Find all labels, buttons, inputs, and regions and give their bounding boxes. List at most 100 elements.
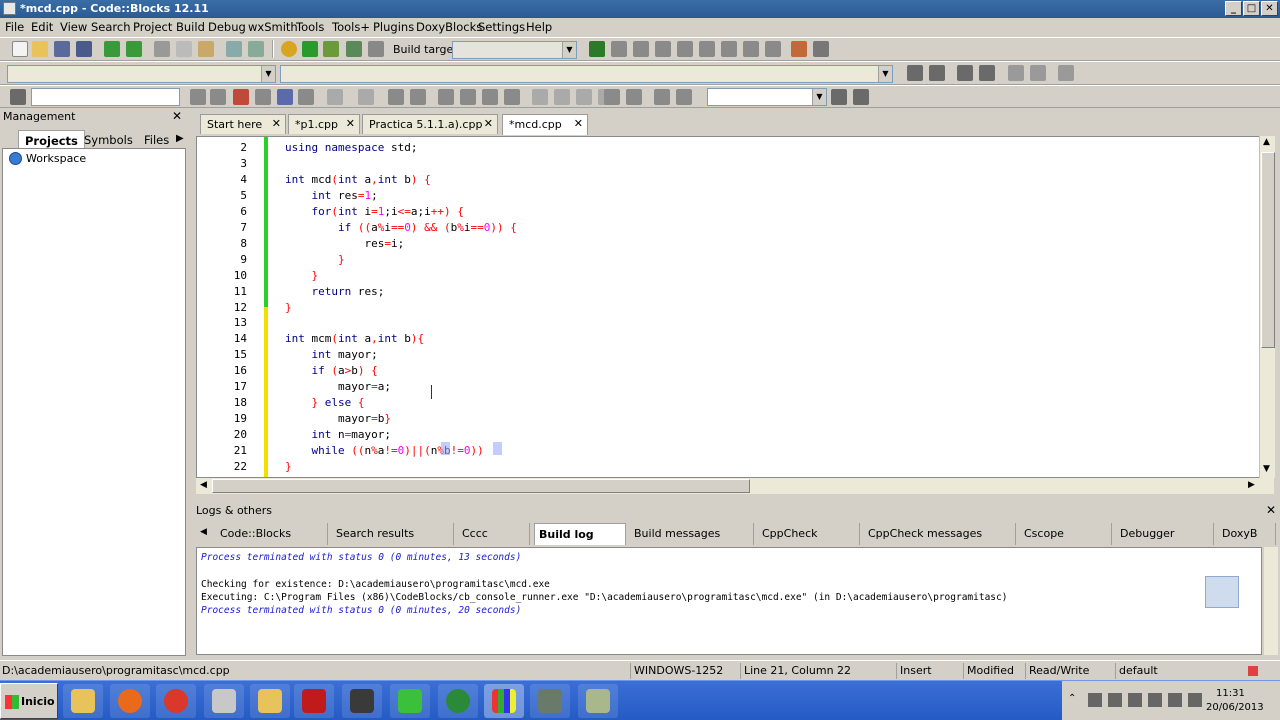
tray-date[interactable]: 20/06/2013 <box>1206 702 1264 713</box>
menu-view[interactable]: View <box>60 20 87 34</box>
layout-2-icon[interactable] <box>460 89 476 105</box>
tab-search-results[interactable]: Search results <box>332 523 454 545</box>
find-icon[interactable] <box>226 41 242 57</box>
zoom-in-icon[interactable] <box>604 89 620 105</box>
debug-info-icon[interactable] <box>813 41 829 57</box>
next-instruction-icon[interactable] <box>699 41 715 57</box>
tab-cppcheck-messages[interactable]: CppCheck messages <box>864 523 1016 545</box>
symbol-s-icon[interactable] <box>654 89 670 105</box>
close-icon[interactable]: ✕ <box>484 117 493 130</box>
tab-practica[interactable]: Practica 5.1.1.a).cpp ✕ <box>362 114 498 134</box>
save-all-icon[interactable] <box>76 41 92 57</box>
layout-4-icon[interactable] <box>504 89 520 105</box>
tab-p1-cpp[interactable]: *p1.cpp ✕ <box>288 114 360 134</box>
menu-search[interactable]: Search <box>91 20 131 34</box>
taskbar-folder[interactable] <box>250 684 290 718</box>
close-icon[interactable]: ✕ <box>272 117 281 130</box>
start-button[interactable]: Inicio <box>0 683 58 719</box>
taskbar-codeblocks[interactable] <box>484 684 524 718</box>
taskbar-app-7[interactable] <box>342 684 382 718</box>
toggle-comment-icon[interactable] <box>957 65 973 81</box>
scroll-thumb[interactable] <box>212 479 750 493</box>
wrench-icon[interactable] <box>1058 65 1074 81</box>
menu-project[interactable]: Project <box>133 20 172 34</box>
search-icon[interactable] <box>853 89 869 105</box>
logs-vertical-scrollbar[interactable] <box>1264 547 1278 655</box>
scroll-thumb[interactable] <box>1261 152 1275 348</box>
power-icon[interactable] <box>1168 693 1182 707</box>
tab-debugger[interactable]: Debugger <box>1116 523 1214 545</box>
copy-icon[interactable] <box>176 41 192 57</box>
build-and-run-icon[interactable] <box>323 41 339 57</box>
close-icon[interactable]: ✕ <box>346 117 355 130</box>
highlight-icon[interactable] <box>233 89 249 105</box>
menu-build[interactable]: Build <box>176 20 205 34</box>
tab-codeblocks[interactable]: Code::Blocks <box>216 523 328 545</box>
align-2-icon[interactable] <box>554 89 570 105</box>
tray-expand-icon[interactable]: ⌃ <box>1068 693 1076 704</box>
stop-debug-icon[interactable] <box>765 41 781 57</box>
search-options-icon[interactable] <box>10 89 26 105</box>
search-sym-icon[interactable] <box>831 89 847 105</box>
cut-icon[interactable] <box>154 41 170 57</box>
redo-icon[interactable] <box>126 41 142 57</box>
tree-item-workspace[interactable]: Workspace <box>26 152 86 165</box>
taskbar-file-explorer[interactable] <box>63 684 103 718</box>
pause-icon[interactable] <box>743 41 759 57</box>
cursor-icon[interactable] <box>327 89 343 105</box>
menu-help[interactable]: Help <box>526 20 552 34</box>
tab-cscope[interactable]: Cscope <box>1020 523 1112 545</box>
image-icon[interactable] <box>388 89 404 105</box>
zoom-out-icon[interactable] <box>626 89 642 105</box>
volume-icon[interactable] <box>1188 693 1202 707</box>
forward-icon[interactable] <box>210 89 226 105</box>
network-icon[interactable] <box>1148 693 1162 707</box>
align-1-icon[interactable] <box>532 89 548 105</box>
align-3-icon[interactable] <box>576 89 592 105</box>
minimize-button[interactable]: _ <box>1225 1 1242 16</box>
abort-icon[interactable] <box>368 41 384 57</box>
taskbar-snipping[interactable] <box>204 684 244 718</box>
save-icon[interactable] <box>54 41 70 57</box>
tab-cppcheck[interactable]: CppCheck <box>758 523 860 545</box>
editor-vertical-scrollbar[interactable]: ▲ ▼ <box>1259 136 1275 478</box>
menu-edit[interactable]: Edit <box>31 20 53 34</box>
step-into-instruction-icon[interactable] <box>721 41 737 57</box>
layout-3-icon[interactable] <box>482 89 498 105</box>
editor-horizontal-scrollbar[interactable]: ◀ ▶ <box>196 478 1274 494</box>
paste-icon[interactable] <box>198 41 214 57</box>
undo-icon[interactable] <box>104 41 120 57</box>
close-icon[interactable]: ✕ <box>172 109 182 123</box>
open-icon[interactable] <box>32 41 48 57</box>
taskbar-line[interactable] <box>390 684 430 718</box>
taskbar-acrobat[interactable] <box>294 684 334 718</box>
bookmark-icon[interactable] <box>1008 65 1024 81</box>
symbol-select[interactable]: ▼ <box>707 88 827 106</box>
taskbar-app-12[interactable] <box>578 684 618 718</box>
debug-windows-icon[interactable] <box>791 41 807 57</box>
menu-plugins[interactable]: Plugins <box>373 20 414 34</box>
tab-scroll-right-icon[interactable]: ▶ <box>170 130 190 150</box>
taskbar-firefox[interactable] <box>110 684 150 718</box>
build-icon[interactable] <box>281 41 297 57</box>
build-log-output[interactable]: Process terminated with status 0 (0 minu… <box>196 547 1262 655</box>
step-out-icon[interactable] <box>677 41 693 57</box>
tray-time[interactable]: 11:31 <box>1216 688 1245 699</box>
menu-doxyblocks[interactable]: DoxyBlocks <box>416 20 482 34</box>
close-icon[interactable]: ✕ <box>574 117 583 130</box>
run-to-cursor-icon[interactable] <box>611 41 627 57</box>
select-icon[interactable] <box>255 89 271 105</box>
scroll-left-icon[interactable]: ◀ <box>200 480 207 490</box>
tab-symbols[interactable]: Symbols <box>78 130 139 150</box>
scroll-right-icon[interactable]: ▶ <box>1248 480 1255 490</box>
step-into-icon[interactable] <box>655 41 671 57</box>
jump-icon[interactable] <box>907 65 923 81</box>
tabs-left-icon[interactable]: ◀ <box>200 527 207 537</box>
taskbar-app-11[interactable] <box>530 684 570 718</box>
tab-doxyblocks[interactable]: DoxyB <box>1218 523 1276 545</box>
tab-build-log[interactable]: Build log <box>534 523 626 545</box>
rectangle-icon[interactable] <box>358 89 374 105</box>
taskbar-utorrent[interactable] <box>438 684 478 718</box>
symbol-c-icon[interactable] <box>676 89 692 105</box>
scope-select[interactable]: ▼ <box>7 65 276 83</box>
